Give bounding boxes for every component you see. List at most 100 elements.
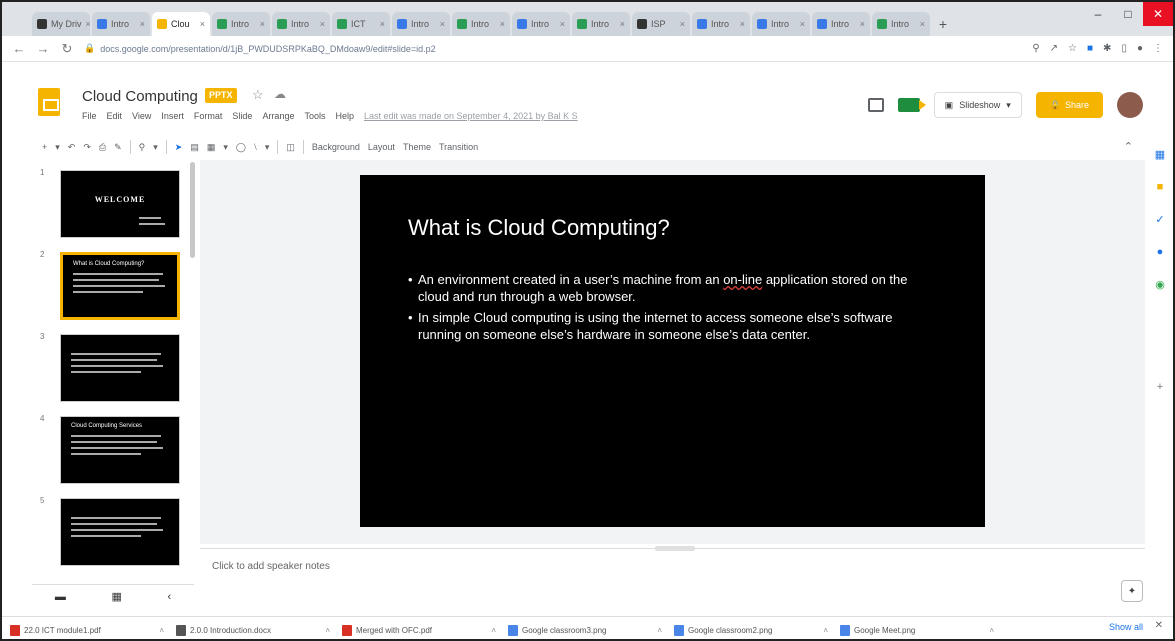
chevron-up-icon[interactable]: ˄ — [491, 626, 496, 635]
browser-tab[interactable]: My Driv × — [32, 12, 90, 36]
layout-button[interactable]: Layout — [368, 142, 395, 152]
comment-history-icon[interactable] — [867, 98, 884, 112]
menu-item-file[interactable]: File — [82, 111, 97, 121]
spellcheck-word[interactable]: on-line — [723, 272, 762, 287]
reading-list-icon[interactable]: ▯ — [1121, 43, 1127, 54]
chevron-up-icon[interactable]: ˄ — [159, 626, 164, 635]
browser-tab[interactable]: Intro × — [512, 12, 570, 36]
browser-tab[interactable]: Intro × — [872, 12, 930, 36]
close-tab-icon[interactable]: × — [86, 19, 91, 29]
speaker-notes[interactable]: Click to add speaker notes — [200, 546, 1145, 588]
cloud-status-icon[interactable]: ☁ — [274, 87, 286, 101]
browser-tab[interactable]: Intro × — [752, 12, 810, 36]
contacts-icon[interactable]: ● — [1157, 246, 1164, 258]
maximize-icon[interactable]: □ — [1113, 2, 1143, 26]
browser-tab[interactable]: Intro × — [812, 12, 870, 36]
close-tab-icon[interactable]: × — [200, 19, 205, 29]
close-tab-icon[interactable]: × — [740, 19, 745, 29]
close-tab-icon[interactable]: × — [860, 19, 865, 29]
profile-icon[interactable]: ● — [1137, 43, 1143, 54]
browser-tab[interactable]: ICT × — [332, 12, 390, 36]
add-addon-icon[interactable]: + — [1157, 381, 1163, 393]
chevron-up-icon[interactable]: ˄ — [657, 626, 662, 635]
reload-icon[interactable]: ↻ — [60, 41, 74, 57]
explore-icon[interactable]: ✦ — [1121, 580, 1143, 602]
select-icon[interactable]: ➤ — [175, 142, 183, 153]
download-item[interactable]: Google Meet.png ˄ — [840, 624, 1000, 636]
print-icon[interactable]: ⎙ — [99, 142, 106, 153]
bullet-point[interactable]: • In simple Cloud computing is using the … — [408, 309, 928, 343]
chevron-down-icon[interactable]: ▾ — [223, 142, 228, 153]
notes-resize-handle[interactable] — [655, 546, 695, 551]
browser-tab[interactable]: Intro × — [212, 12, 270, 36]
download-item[interactable]: 2.0.0 Introduction.docx ˄ — [176, 624, 336, 636]
forward-icon[interactable]: → — [36, 41, 50, 56]
close-tab-icon[interactable]: × — [560, 19, 565, 29]
chevron-up-icon[interactable]: ˄ — [325, 626, 330, 635]
zoom-icon[interactable]: ⚲ — [139, 142, 146, 153]
background-button[interactable]: Background — [312, 142, 360, 152]
transition-button[interactable]: Transition — [439, 142, 478, 152]
close-tab-icon[interactable]: × — [680, 19, 685, 29]
paint-format-icon[interactable]: ✎ — [114, 142, 122, 153]
text-box-icon[interactable]: ▤ — [190, 142, 199, 153]
zoom-icon[interactable]: ⚲ — [1032, 43, 1039, 54]
close-icon[interactable]: ✕ — [1143, 2, 1173, 26]
slide-title[interactable]: What is Cloud Computing? — [408, 215, 670, 241]
extension-icon[interactable]: ■ — [1087, 43, 1093, 54]
bullet-point[interactable]: • An environment created in a user’s mach… — [408, 271, 928, 305]
tasks-icon[interactable]: ✓ — [1155, 213, 1164, 226]
browser-tab[interactable]: Intro × — [272, 12, 330, 36]
menu-item-edit[interactable]: Edit — [107, 111, 123, 121]
browser-tab[interactable]: Intro × — [572, 12, 630, 36]
new-tab-button[interactable]: + — [932, 12, 954, 36]
undo-icon[interactable]: ↶ — [68, 142, 76, 153]
document-title[interactable]: Cloud Computing — [82, 88, 198, 105]
chevron-left-icon[interactable]: ‹ — [168, 591, 172, 603]
image-icon[interactable]: ▦ — [207, 142, 216, 153]
slide-thumbnail[interactable] — [60, 498, 180, 566]
minimize-icon[interactable]: – — [1083, 2, 1113, 26]
maps-icon[interactable]: ◉ — [1155, 278, 1165, 291]
chevron-down-icon[interactable]: ▾ — [1006, 100, 1011, 111]
close-tab-icon[interactable]: × — [260, 19, 265, 29]
last-edit-link[interactable]: Last edit was made on September 4, 2021 … — [364, 111, 578, 121]
grid-view-icon[interactable]: ▦ — [111, 590, 121, 603]
chevron-down-icon[interactable]: ▾ — [153, 142, 158, 153]
back-icon[interactable]: ← — [12, 41, 26, 56]
avatar[interactable] — [1117, 92, 1143, 118]
close-tab-icon[interactable]: × — [500, 19, 505, 29]
slide-thumbnail[interactable]: WELCOME — [60, 170, 180, 238]
chevron-down-icon[interactable]: ▾ — [55, 142, 60, 153]
download-item[interactable]: Google classroom2.png ˄ — [674, 624, 834, 636]
bookmark-star-icon[interactable]: ☆ — [1068, 43, 1077, 54]
close-tab-icon[interactable]: × — [920, 19, 925, 29]
current-slide[interactable]: What is Cloud Computing? • An environment… — [360, 175, 985, 527]
new-slide-icon[interactable]: + — [42, 142, 47, 152]
menu-item-view[interactable]: View — [132, 111, 151, 121]
share-page-icon[interactable]: ↗ — [1050, 43, 1058, 54]
redo-icon[interactable]: ↷ — [83, 142, 91, 153]
chevron-up-icon[interactable]: ˄ — [823, 626, 828, 635]
calendar-icon[interactable]: ▦ — [1155, 148, 1165, 161]
filmstrip-scrollbar[interactable] — [190, 162, 195, 258]
slide-thumbnail[interactable] — [60, 334, 180, 402]
slide-thumbnail[interactable]: Cloud Computing Services — [60, 416, 180, 484]
browser-tab[interactable]: Intro × — [452, 12, 510, 36]
browser-tab[interactable]: Intro × — [392, 12, 450, 36]
chevron-up-icon[interactable]: ⌃ — [1124, 140, 1133, 153]
menu-item-help[interactable]: Help — [335, 111, 354, 121]
close-icon[interactable]: ✕ — [1155, 620, 1163, 631]
browser-tab[interactable]: Intro × — [692, 12, 750, 36]
download-item[interactable]: Merged with OFC.pdf ˄ — [342, 624, 502, 636]
comment-icon[interactable]: ◫ — [286, 142, 295, 153]
menu-item-insert[interactable]: Insert — [161, 111, 184, 121]
filmstrip-view-icon[interactable]: ▬ — [55, 591, 66, 603]
star-icon[interactable]: ☆ — [252, 87, 264, 103]
close-tab-icon[interactable]: × — [140, 19, 145, 29]
slideshow-button[interactable]: ▣ Slideshow ▾ — [933, 92, 1022, 118]
browser-tab[interactable]: Intro × — [92, 12, 150, 36]
show-all-downloads-link[interactable]: Show all — [1109, 622, 1143, 632]
close-tab-icon[interactable]: × — [440, 19, 445, 29]
chevron-up-icon[interactable]: ˄ — [989, 626, 994, 635]
